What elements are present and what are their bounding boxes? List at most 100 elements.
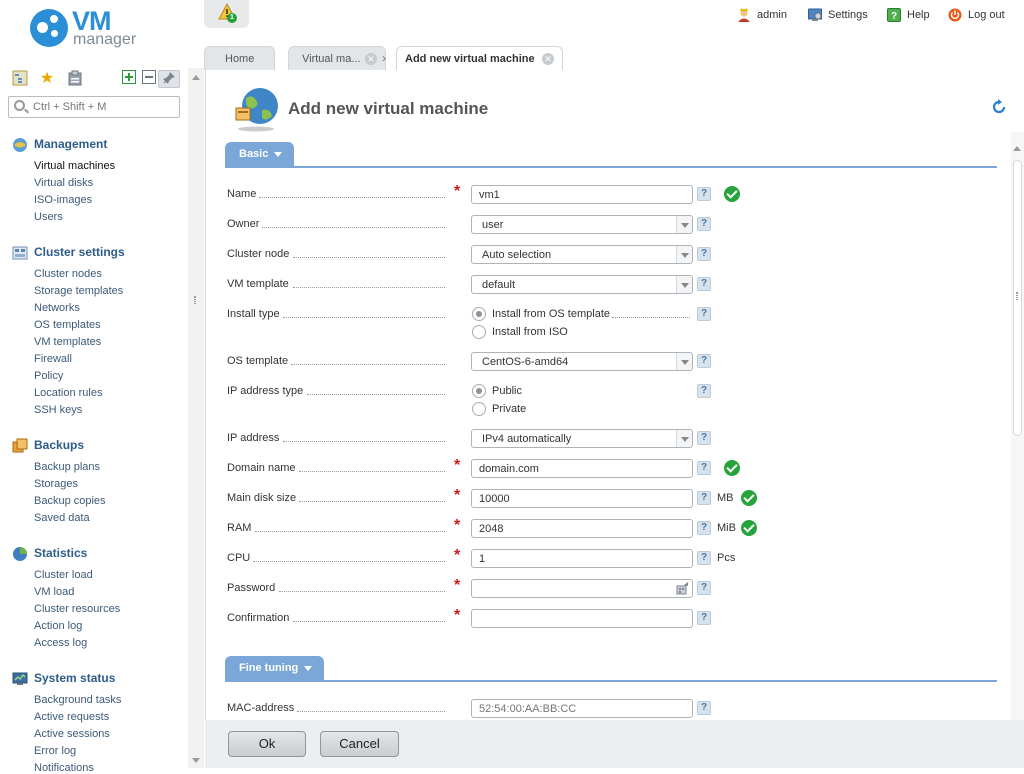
ip-address-select[interactable]: IPv4 automatically [471,429,693,448]
password-field[interactable] [471,579,693,598]
help-icon[interactable]: ? [697,247,711,261]
password-generator-icon[interactable] [676,582,689,595]
sidebar-item-virtual-disks[interactable]: Virtual disks [34,177,93,189]
logout-link[interactable]: Log out [948,8,1012,24]
help-icon[interactable]: ? [697,277,711,291]
cluster-node-select[interactable]: Auto selection [471,245,693,264]
help-icon[interactable]: ? [697,384,711,398]
close-tab-icon[interactable]: ✕ [542,53,554,65]
tab-home[interactable]: Home [204,46,275,70]
sidebar-item-cluster-nodes[interactable]: Cluster nodes [34,268,102,280]
ok-button[interactable]: Ok [228,731,306,757]
sidebar-item-vm-templates[interactable]: VM templates [34,336,101,348]
sidebar-item-active-sessions[interactable]: Active sessions [34,728,110,740]
os-template-select[interactable]: CentOS-6-amd64 [471,352,693,371]
scroll-up-icon[interactable] [1013,146,1021,151]
mac-address-input[interactable] [479,702,679,716]
confirmation-input[interactable] [479,612,679,626]
sidebar-item-saved-data[interactable]: Saved data [34,512,90,524]
help-icon[interactable]: ? [697,307,711,321]
sidebar-item-firewall[interactable]: Firewall [34,353,72,365]
tree-view-icon[interactable] [11,70,29,88]
confirmation-field[interactable] [471,609,693,628]
sidebar-item-vm-load[interactable]: VM load [34,586,74,598]
help-icon[interactable]: ? [697,521,711,535]
name-input[interactable] [479,188,679,202]
cpu-field[interactable] [471,549,693,568]
password-input[interactable] [479,582,679,596]
sidebar-item-cluster-load[interactable]: Cluster load [34,569,93,581]
sidebar-item-policy[interactable]: Policy [34,370,63,382]
owner-select[interactable]: user [471,215,693,234]
help-icon[interactable]: ? [697,431,711,445]
tab-virtual-machines[interactable]: Virtual ma... ✕ [288,46,386,70]
tab-add-new-virtual-machine[interactable]: Add new virtual machine ✕ [396,46,563,71]
close-tab-icon[interactable]: ✕ [365,53,377,65]
sidebar-item-action-log[interactable]: Action log [34,620,82,632]
scroll-down-icon[interactable] [192,758,200,763]
notifications-button[interactable]: 1 [204,0,249,28]
sidebar-item-ssh-keys[interactable]: SSH keys [34,404,82,416]
refresh-icon[interactable] [991,99,1007,115]
sidebar-item-users[interactable]: Users [34,211,63,223]
sidebar-item-active-requests[interactable]: Active requests [34,711,109,723]
sidebar-scrollbar[interactable] [188,68,204,768]
sidebar-item-networks[interactable]: Networks [34,302,80,314]
sidebar-item-storages[interactable]: Storages [34,478,78,490]
required-asterisk: * [454,517,461,534]
help-icon[interactable]: ? [697,611,711,625]
domain-name-input[interactable] [479,462,679,476]
help-icon[interactable]: ? [697,217,711,231]
name-field[interactable] [471,185,693,204]
sidebar-item-storage-templates[interactable]: Storage templates [34,285,123,297]
favorites-star-icon[interactable]: ★ [38,70,56,88]
help-icon[interactable]: ? [697,581,711,595]
sidebar-item-os-templates[interactable]: OS templates [34,319,101,331]
sidebar-resize-grip[interactable] [194,296,196,304]
sidebar-item-location-rules[interactable]: Location rules [34,387,103,399]
main-disk-size-input[interactable] [479,492,679,506]
public-radio[interactable] [472,384,486,398]
sidebar-item-access-log[interactable]: Access log [34,637,87,649]
help-icon[interactable]: ? [697,551,711,565]
vm-template-select[interactable]: default [471,275,693,294]
help-icon[interactable]: ? [697,187,711,201]
main-disk-size-field[interactable] [471,489,693,508]
pin-icon[interactable] [158,70,180,88]
domain-name-field[interactable] [471,459,693,478]
ram-field[interactable] [471,519,693,538]
sidebar-item-virtual-machines[interactable]: Virtual machines [34,160,115,172]
ram-input[interactable] [479,522,679,536]
sidebar-item-notifications[interactable]: Notifications [34,762,94,774]
help-icon[interactable]: ? [697,491,711,505]
content-scrollbar[interactable] [1011,132,1024,722]
private-radio[interactable] [472,402,486,416]
search-input[interactable] [31,99,176,115]
help-icon[interactable]: ? [697,461,711,475]
vm-manager-logo[interactable]: VM manager [30,6,150,53]
help-link[interactable]: ? Help [887,8,937,24]
install-from-os-template-radio[interactable] [472,307,486,321]
basic-section-toggle[interactable]: Basic [225,142,295,167]
cpu-input[interactable] [479,552,679,566]
fine-tuning-section-toggle[interactable]: Fine tuning [225,656,325,681]
sidebar-item-background-tasks[interactable]: Background tasks [34,694,121,706]
help-icon[interactable]: ? [697,701,711,715]
sidebar-item-error-log[interactable]: Error log [34,745,76,757]
user-menu[interactable]: admin [737,8,797,24]
system-status-monitor-icon [12,672,28,685]
mac-address-field[interactable] [471,699,693,718]
collapse-all-icon[interactable] [140,70,158,88]
cancel-button[interactable]: Cancel [320,731,399,757]
sidebar-item-cluster-resources[interactable]: Cluster resources [34,603,120,615]
install-from-iso-radio[interactable] [472,325,486,339]
sidebar-search[interactable] [8,96,180,118]
expand-all-icon[interactable] [120,70,138,88]
sidebar-item-iso-images[interactable]: ISO-images [34,194,92,206]
sidebar-item-backup-copies[interactable]: Backup copies [34,495,106,507]
scroll-up-icon[interactable] [192,75,200,80]
settings-link[interactable]: Settings [808,8,878,24]
clipboard-icon[interactable] [66,70,84,88]
help-icon[interactable]: ? [697,354,711,368]
sidebar-item-backup-plans[interactable]: Backup plans [34,461,100,473]
